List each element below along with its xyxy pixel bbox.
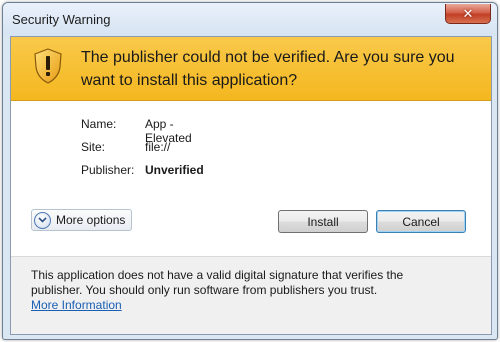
- more-options-label: More options: [56, 213, 126, 227]
- publisher-value: Unverified: [145, 163, 204, 177]
- cancel-label: Cancel: [402, 214, 440, 229]
- chevron-down-icon: [34, 211, 51, 229]
- name-label: Name:: [81, 117, 117, 131]
- install-label: Install: [307, 214, 339, 229]
- window-title: Security Warning: [12, 12, 111, 27]
- site-value: file://: [145, 140, 171, 154]
- more-options-button[interactable]: More options: [31, 209, 133, 231]
- title-bar[interactable]: Security Warning ✕: [3, 3, 497, 36]
- footer-warning-text: This application does not have a valid d…: [31, 268, 404, 297]
- warning-shield-icon: [34, 48, 62, 84]
- install-button[interactable]: Install: [278, 210, 368, 233]
- footer-panel: This application does not have a valid d…: [11, 257, 491, 334]
- warning-message: The publisher could not be verified. Are…: [81, 49, 455, 89]
- details-panel: Name: App - Elevated Site: file:// Publi…: [11, 101, 491, 199]
- actions-panel: More options Install Cancel: [11, 199, 491, 257]
- close-button[interactable]: ✕: [445, 4, 491, 24]
- security-warning-dialog: Security Warning ✕ The publisher could n…: [2, 2, 498, 340]
- publisher-label: Publisher:: [81, 163, 135, 177]
- cancel-button[interactable]: Cancel: [376, 210, 466, 233]
- close-icon: ✕: [462, 5, 474, 21]
- site-label: Site:: [81, 140, 106, 154]
- dialog-body: The publisher could not be verified. Are…: [10, 36, 492, 335]
- warning-banner: The publisher could not be verified. Are…: [11, 37, 491, 101]
- more-information-link[interactable]: More Information: [31, 298, 122, 312]
